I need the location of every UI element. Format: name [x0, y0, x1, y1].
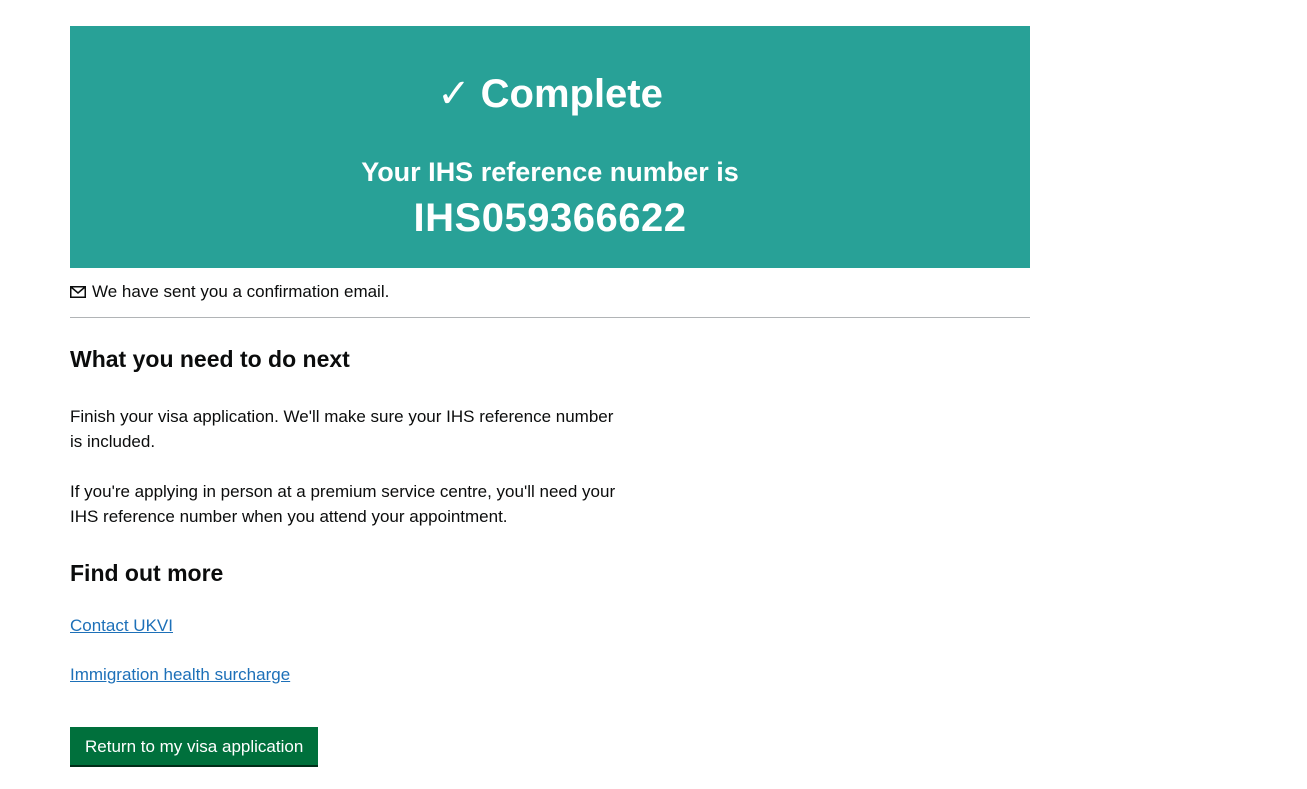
find-out-more-heading: Find out more — [70, 560, 224, 586]
immigration-health-surcharge-link[interactable]: Immigration health surcharge — [70, 662, 290, 687]
panel-title-text: Complete — [480, 72, 663, 116]
confirmation-panel: ✓ Complete Your IHS reference number is … — [70, 26, 1030, 268]
panel-title: ✓ Complete — [70, 70, 1030, 118]
reference-number: IHS059366622 — [413, 196, 687, 240]
tick-icon: ✓ — [437, 72, 471, 116]
email-notice: We have sent you a confirmation email. — [70, 268, 1030, 318]
next-steps-heading: What you need to do next — [70, 346, 350, 372]
next-steps-paragraph-2: If you're applying in person at a premiu… — [70, 482, 616, 526]
reference-label: Your IHS reference number is — [361, 157, 739, 187]
mail-icon — [70, 285, 86, 299]
next-steps-paragraph-1: Finish your visa application. We'll make… — [70, 407, 614, 451]
contact-ukvi-link[interactable]: Contact UKVI — [70, 613, 173, 638]
main-content: ✓ Complete Your IHS reference number is … — [70, 26, 1030, 765]
email-notice-text: We have sent you a confirmation email. — [92, 281, 390, 301]
return-to-visa-application-button[interactable]: Return to my visa application — [70, 727, 319, 765]
